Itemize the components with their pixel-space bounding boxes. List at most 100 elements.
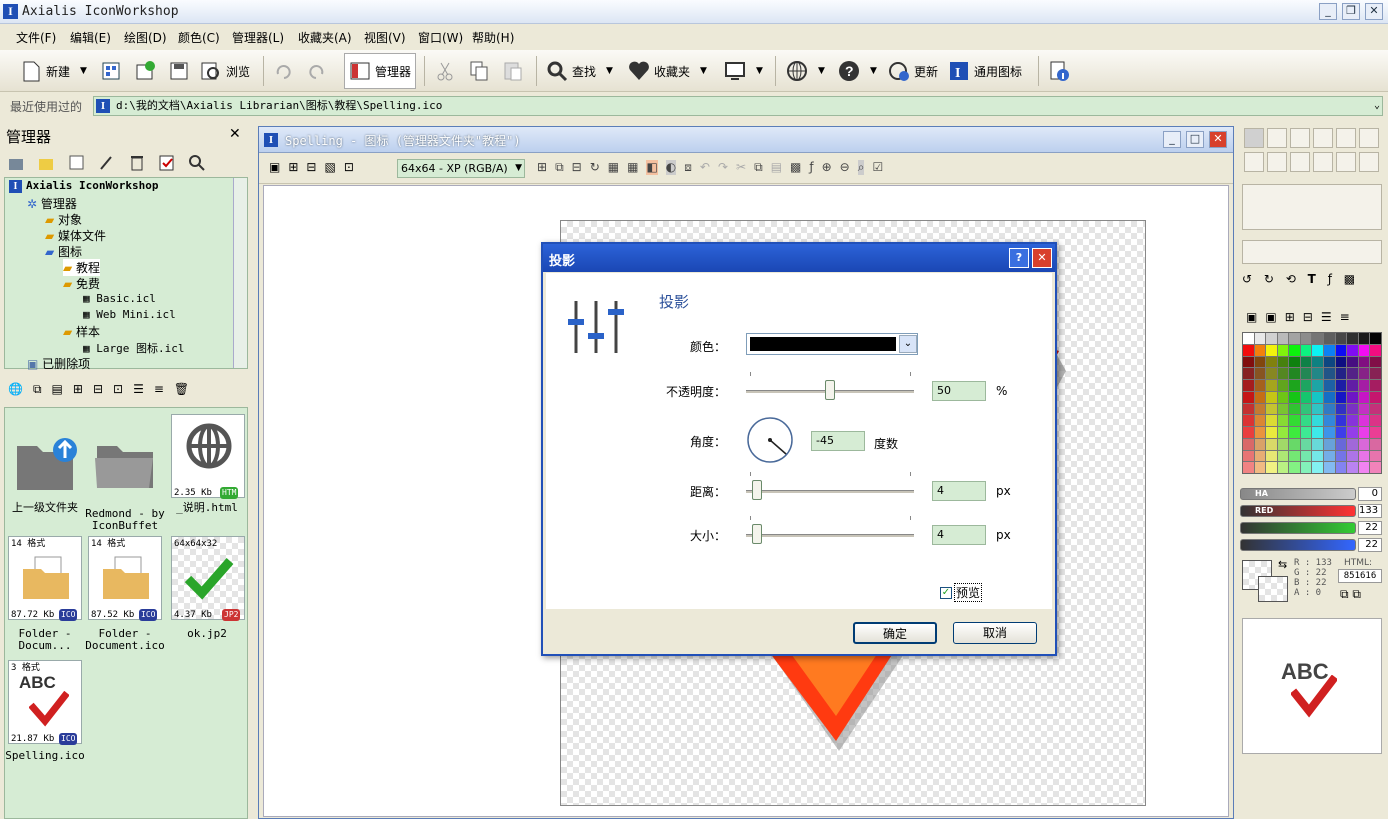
palette-swatch[interactable] bbox=[1312, 415, 1324, 426]
palette-swatch[interactable] bbox=[1324, 356, 1335, 368]
palette-swatch[interactable] bbox=[1243, 438, 1254, 450]
browse-button[interactable]: 浏览 bbox=[200, 55, 250, 87]
palette-swatch[interactable] bbox=[1254, 380, 1266, 391]
palette-swatch[interactable] bbox=[1358, 462, 1370, 473]
palette-swatch[interactable] bbox=[1324, 333, 1335, 344]
dialog-close-button[interactable]: ✕ bbox=[1032, 248, 1052, 268]
palette-swatch[interactable] bbox=[1347, 368, 1358, 379]
size-input[interactable]: 4 bbox=[932, 525, 986, 545]
import-icon[interactable]: ⊡ bbox=[344, 160, 354, 174]
file-item[interactable]: Redmond - by IconBuffet bbox=[85, 408, 165, 532]
panel-close-icon[interactable]: ✕ bbox=[229, 126, 241, 142]
palette-swatch[interactable] bbox=[1358, 356, 1370, 368]
delete-icon[interactable]: 🗑 bbox=[174, 382, 189, 397]
doc-maximize-button[interactable]: □ bbox=[1186, 131, 1204, 148]
secondary-color-swatch[interactable] bbox=[1258, 576, 1288, 602]
minimize-button[interactable]: _ bbox=[1319, 3, 1337, 20]
green-value[interactable]: 22 bbox=[1358, 521, 1382, 535]
add-format-icon[interactable]: ⊞ bbox=[288, 160, 298, 174]
palette-swatch[interactable] bbox=[1358, 333, 1370, 344]
palette-swatch[interactable] bbox=[1312, 380, 1324, 391]
alpha-value[interactable]: 0 bbox=[1358, 487, 1382, 501]
round-rect-tool-icon[interactable] bbox=[1359, 152, 1379, 172]
palette-list-icon[interactable]: ≡ bbox=[1340, 310, 1350, 324]
rotate-right-icon[interactable]: ↻ bbox=[1264, 272, 1274, 286]
open-button[interactable] bbox=[100, 55, 126, 87]
size-slider[interactable] bbox=[746, 516, 914, 556]
palette-swatch[interactable] bbox=[1370, 438, 1381, 450]
menu-view[interactable]: 视图(V) bbox=[364, 29, 406, 46]
zoom-out-icon[interactable]: ⊖ bbox=[840, 160, 850, 175]
tree-scrollbar[interactable] bbox=[233, 178, 247, 368]
palette-swatch[interactable] bbox=[1358, 427, 1370, 438]
menu-edit[interactable]: 编辑(E) bbox=[70, 29, 111, 46]
distance-input[interactable]: 4 bbox=[932, 481, 986, 501]
filled-rectangle-tool-icon[interactable] bbox=[1290, 152, 1310, 172]
remove-image-icon[interactable]: ⊟ bbox=[572, 160, 582, 175]
palette-swatch[interactable] bbox=[1300, 450, 1312, 462]
alpha-slider[interactable]: HA bbox=[1240, 488, 1356, 500]
palette-swatch[interactable] bbox=[1335, 344, 1347, 356]
palette-swatch[interactable] bbox=[1254, 438, 1266, 450]
palette-swatch[interactable] bbox=[1277, 450, 1289, 462]
palette-swatch[interactable] bbox=[1289, 356, 1300, 368]
redo-icon[interactable]: ↷ bbox=[718, 160, 728, 175]
palette-swatch[interactable] bbox=[1277, 368, 1289, 379]
copy-icon[interactable]: ⧉ bbox=[33, 382, 42, 397]
tree-item-deleted[interactable]: ▣ 已删除项 bbox=[27, 355, 90, 372]
path-dropdown-icon[interactable]: ⌄ bbox=[1374, 97, 1380, 115]
palette-swatch[interactable] bbox=[1324, 438, 1335, 450]
palette-swatch[interactable] bbox=[1347, 403, 1358, 415]
format-select[interactable]: 64x64 - XP (RGB/A) ▼ bbox=[397, 159, 525, 178]
cut-button[interactable] bbox=[434, 55, 460, 87]
palette-swatch[interactable] bbox=[1277, 403, 1289, 415]
palette-swatch[interactable] bbox=[1347, 391, 1358, 403]
ok-button[interactable]: 确定 bbox=[853, 622, 937, 644]
palette-swatch[interactable] bbox=[1347, 427, 1358, 438]
palette-swatch[interactable] bbox=[1370, 333, 1381, 344]
palette-swatch[interactable] bbox=[1347, 415, 1358, 426]
file-item[interactable]: 3 格式 ABC 21.87 Kb ICO Spelling.ico bbox=[5, 656, 85, 776]
palette-open-icon[interactable]: ▣ bbox=[1246, 310, 1257, 324]
palette-swatch[interactable] bbox=[1324, 450, 1335, 462]
palette-swatch[interactable] bbox=[1254, 391, 1266, 403]
blue-value[interactable]: 22 bbox=[1358, 538, 1382, 552]
recent-path-combo[interactable]: I d:\我的文档\Axialis Librarian\图标\教程\Spelli… bbox=[93, 96, 1383, 116]
palette-swatch[interactable] bbox=[1335, 462, 1347, 473]
tree-item-basic[interactable]: ▦ Basic.icl bbox=[83, 292, 156, 305]
generic-icons-button[interactable]: I 通用图标 bbox=[948, 55, 1022, 87]
palette-swatch[interactable] bbox=[1312, 450, 1324, 462]
palette-swatch[interactable] bbox=[1324, 462, 1335, 473]
menu-manager[interactable]: 管理器(L) bbox=[232, 29, 284, 46]
palette-swatch[interactable] bbox=[1277, 391, 1289, 403]
manager-button[interactable]: 管理器 bbox=[344, 53, 417, 89]
menu-draw[interactable]: 绘图(D) bbox=[124, 29, 167, 46]
rotate-icon[interactable]: ↻ bbox=[590, 160, 600, 175]
palette-swatch[interactable] bbox=[1266, 462, 1277, 473]
palette-swatch[interactable] bbox=[1358, 438, 1370, 450]
palette-swatch[interactable] bbox=[1289, 438, 1300, 450]
palette-remove-icon[interactable]: ⊟ bbox=[1303, 310, 1313, 324]
redo-button[interactable] bbox=[306, 55, 332, 87]
rectangle-tool-icon[interactable] bbox=[1267, 152, 1287, 172]
palette-swatch[interactable] bbox=[1312, 333, 1324, 344]
text-tool-icon[interactable]: T bbox=[1308, 272, 1316, 286]
palette-swatch[interactable] bbox=[1254, 427, 1266, 438]
eyedropper-tool-icon[interactable] bbox=[1267, 128, 1287, 148]
display-button[interactable]: ▼ bbox=[724, 55, 763, 87]
info-button[interactable] bbox=[1048, 55, 1074, 87]
new-folder-icon[interactable] bbox=[38, 154, 56, 172]
cancel-button[interactable]: 取消 bbox=[953, 622, 1037, 644]
palette-swatch[interactable] bbox=[1324, 368, 1335, 379]
palette-swatch[interactable] bbox=[1324, 403, 1335, 415]
size-slider-thumb[interactable] bbox=[752, 524, 762, 544]
rotate-left-icon[interactable]: ↺ bbox=[1242, 272, 1252, 286]
palette-swatch[interactable] bbox=[1254, 415, 1266, 426]
palette-swatch[interactable] bbox=[1289, 391, 1300, 403]
palette-swatch[interactable] bbox=[1335, 450, 1347, 462]
line-tool-icon[interactable] bbox=[1244, 152, 1264, 172]
red-slider[interactable]: RED bbox=[1240, 505, 1356, 517]
file-item[interactable]: 14 格式 87.72 Kb ICO Folder - Docum... bbox=[5, 532, 85, 656]
palette-swatch[interactable] bbox=[1335, 356, 1347, 368]
tree-root[interactable]: I Axialis IconWorkshop bbox=[9, 179, 158, 193]
